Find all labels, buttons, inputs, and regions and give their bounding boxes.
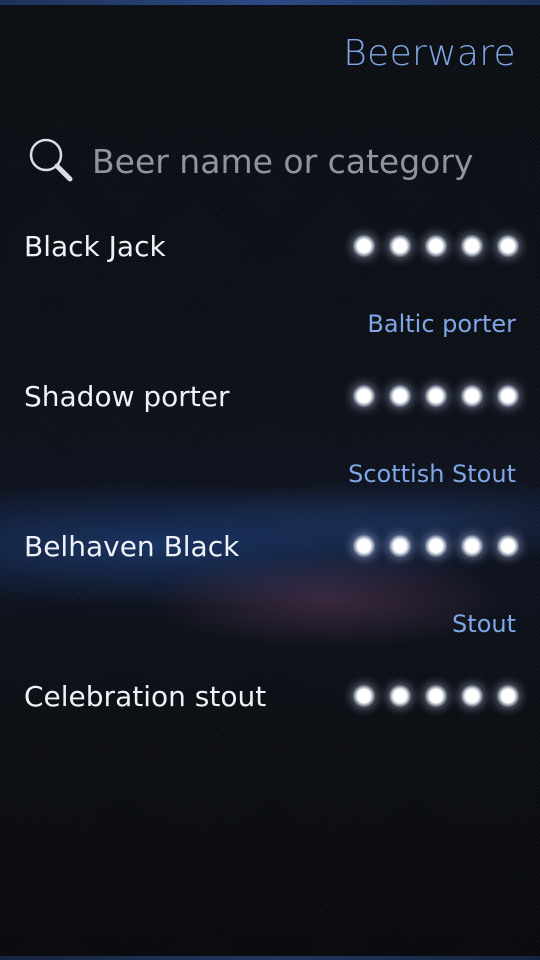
star-icon[interactable] bbox=[424, 234, 448, 258]
star-icon[interactable] bbox=[460, 384, 484, 408]
star-icon[interactable] bbox=[352, 234, 376, 258]
rating-stars[interactable] bbox=[352, 234, 520, 258]
star-icon[interactable] bbox=[460, 234, 484, 258]
star-icon[interactable] bbox=[424, 534, 448, 558]
star-icon[interactable] bbox=[460, 684, 484, 708]
beer-category: Baltic porter bbox=[367, 310, 516, 338]
star-icon[interactable] bbox=[496, 234, 520, 258]
star-icon[interactable] bbox=[496, 684, 520, 708]
star-icon[interactable] bbox=[388, 684, 412, 708]
list-item[interactable]: Belhaven Black Stout bbox=[0, 520, 540, 670]
list-item[interactable]: Black Jack Baltic porter bbox=[0, 220, 540, 370]
list-item[interactable]: Shadow porter Scottish Stout bbox=[0, 370, 540, 520]
star-icon[interactable] bbox=[388, 384, 412, 408]
beer-name: Shadow porter bbox=[24, 380, 230, 413]
star-icon[interactable] bbox=[496, 384, 520, 408]
star-icon[interactable] bbox=[352, 534, 376, 558]
star-icon[interactable] bbox=[352, 684, 376, 708]
list-item[interactable]: Celebration stout bbox=[0, 670, 540, 820]
search-bar[interactable] bbox=[24, 130, 516, 192]
star-icon[interactable] bbox=[388, 534, 412, 558]
star-icon[interactable] bbox=[460, 534, 484, 558]
top-status-bar bbox=[0, 0, 540, 5]
star-icon[interactable] bbox=[388, 234, 412, 258]
beer-name: Black Jack bbox=[24, 230, 166, 263]
app-title: Beerware bbox=[343, 33, 516, 74]
beer-name: Belhaven Black bbox=[24, 530, 240, 563]
star-icon[interactable] bbox=[496, 534, 520, 558]
star-icon[interactable] bbox=[352, 384, 376, 408]
beer-list: Black Jack Baltic porter Shadow porter S… bbox=[0, 220, 540, 820]
bottom-bar bbox=[0, 956, 540, 960]
rating-stars[interactable] bbox=[352, 534, 520, 558]
search-input[interactable] bbox=[92, 141, 516, 181]
beer-category: Scottish Stout bbox=[348, 460, 516, 488]
star-icon[interactable] bbox=[424, 684, 448, 708]
rating-stars[interactable] bbox=[352, 684, 520, 708]
star-icon[interactable] bbox=[424, 384, 448, 408]
beer-category: Stout bbox=[452, 610, 516, 638]
rating-stars[interactable] bbox=[352, 384, 520, 408]
search-icon bbox=[24, 133, 80, 189]
beer-name: Celebration stout bbox=[24, 680, 267, 713]
